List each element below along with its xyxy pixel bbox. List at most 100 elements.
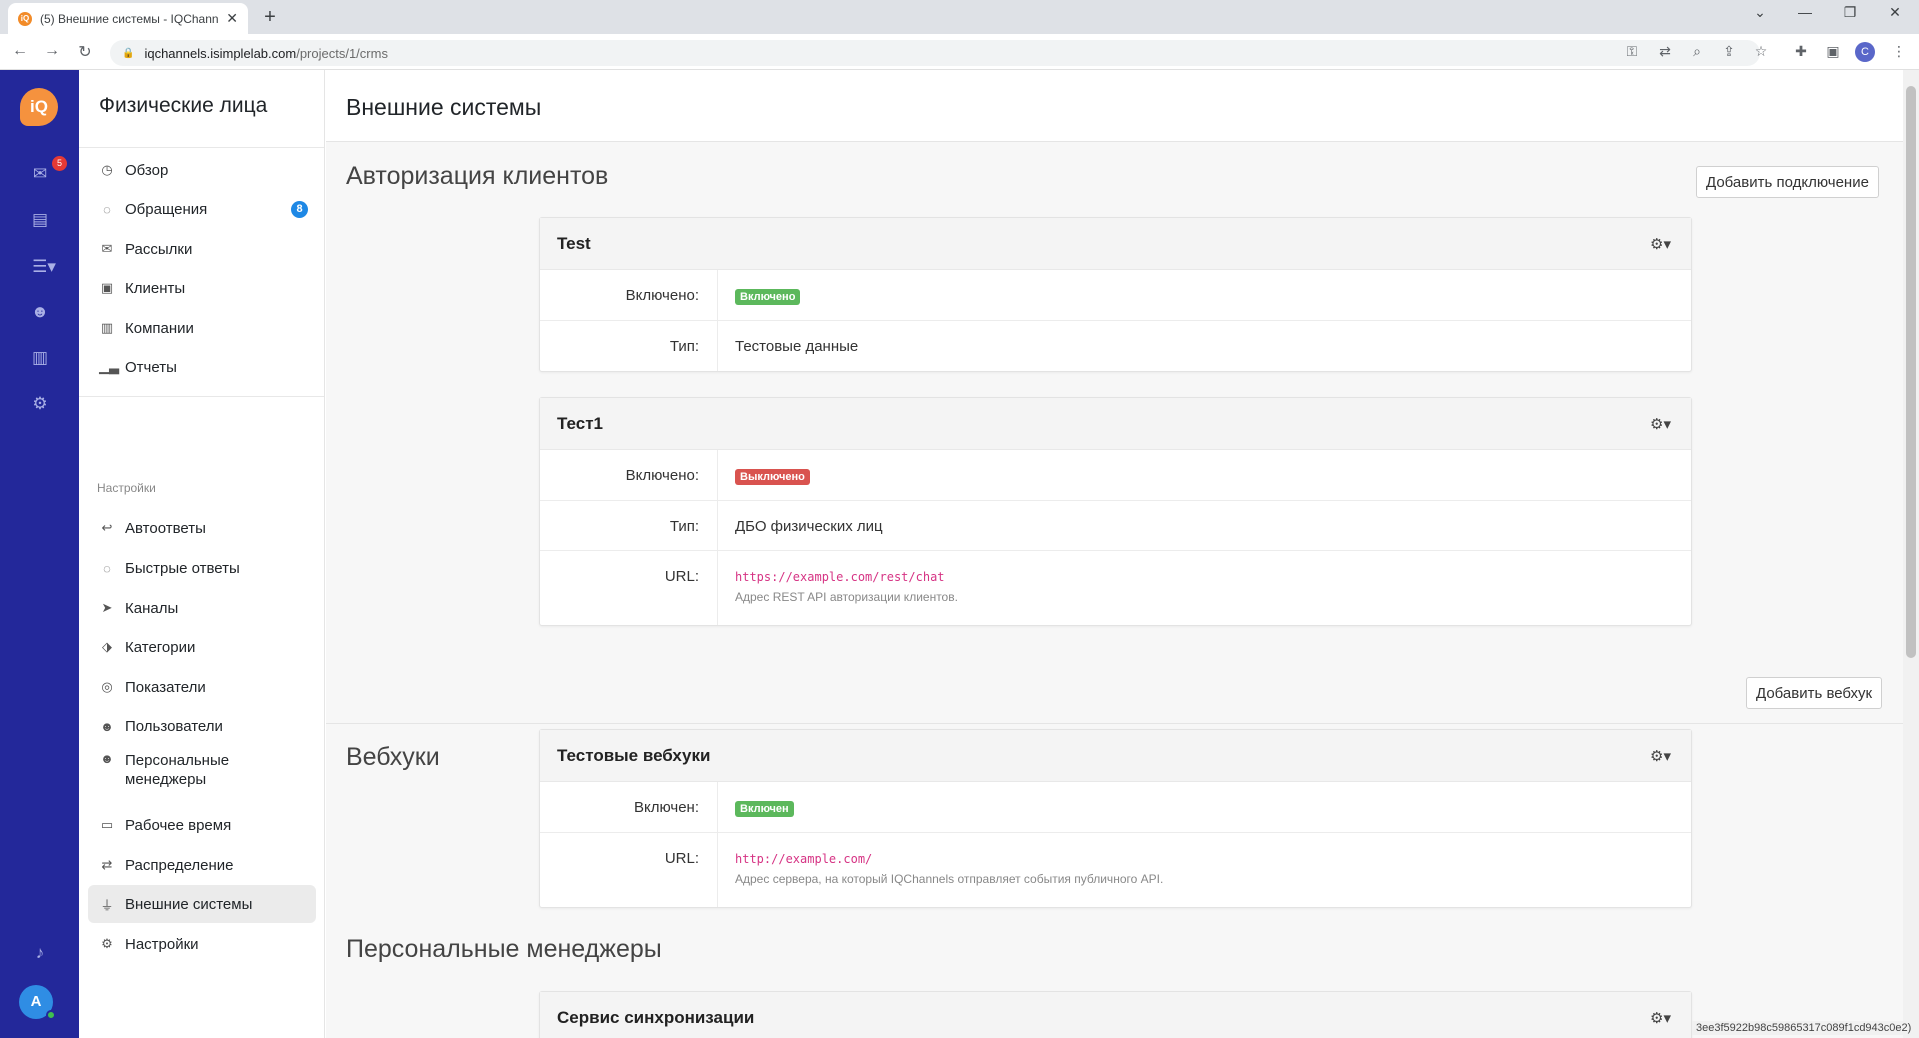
field-value: Тестовые данные — [735, 338, 859, 355]
sidebar-item-label: Компании — [125, 319, 194, 337]
url-help-text: Адрес REST API авторизации клиентов. — [735, 590, 958, 604]
gear-dropdown-icon[interactable]: ⚙▾ — [1650, 415, 1671, 433]
bookmark-star-icon[interactable]: ☆ — [1751, 43, 1771, 60]
restore-icon[interactable]: ❐ — [1835, 4, 1865, 21]
status-bar-url: 3ee3f5922b98c59865317c089f1cd943c0e2) — [1692, 1021, 1916, 1035]
side-panel-icon[interactable]: ▣ — [1823, 43, 1843, 60]
field-label: URL: — [540, 551, 718, 625]
sidebar-item-companies[interactable]: ▥ Компании — [88, 309, 316, 347]
bell-icon[interactable]: ♪ — [27, 943, 53, 965]
extensions-icon[interactable]: ✚ — [1791, 43, 1811, 60]
sidebar-item-channels[interactable]: ➤ Каналы — [88, 589, 316, 627]
managers-card: Сервис синхронизации ⚙▾ — [539, 991, 1692, 1038]
field-label: Тип: — [540, 501, 718, 550]
chart-icon: ▁▃ — [99, 359, 119, 374]
sidebar-item-label: Быстрые ответы — [125, 559, 240, 577]
browser-tabbar: iQ (5) Внешние системы - IQChann ✕ + ⌄ —… — [0, 0, 1919, 34]
profile-avatar[interactable]: C — [1855, 42, 1875, 62]
card-title: Тест1 — [557, 413, 604, 433]
list-icon[interactable]: ☰▾ — [27, 257, 61, 279]
sidebar-item-label: Автоответы — [125, 519, 206, 537]
sidebar-item-users[interactable]: ☻ Пользователи — [88, 707, 316, 745]
card-header: Тестовые вебхуки ⚙▾ — [540, 730, 1691, 782]
calendar-icon: ▭ — [100, 817, 114, 832]
sidebar-item-working-hours[interactable]: ▭ Рабочее время — [88, 806, 316, 844]
zoom-icon[interactable]: ⌕ — [1687, 43, 1707, 60]
field-label: Включено: — [540, 450, 718, 500]
tab-search-icon[interactable]: ⌄ — [1745, 4, 1775, 21]
main-content: Внешние системы Авторизация клиентов Доб… — [326, 70, 1903, 1038]
browser-tab[interactable]: iQ (5) Внешние системы - IQChann ✕ — [8, 3, 248, 34]
users-icon: ☻ — [100, 718, 114, 734]
translate-icon[interactable]: ⇄ — [1655, 43, 1675, 60]
webhook-card: Тестовые вебхуки ⚙▾ Включен: Включен URL… — [539, 729, 1692, 908]
card-row: Тип: Тестовые данные — [540, 321, 1691, 371]
card-title: Test — [557, 233, 591, 253]
gear-icon: ⚙ — [101, 936, 113, 951]
reload-icon[interactable]: ↻ — [75, 42, 95, 62]
chart-icon[interactable]: ▥ — [27, 348, 53, 370]
gear-dropdown-icon[interactable]: ⚙▾ — [1650, 747, 1671, 765]
message-icon: ◌ — [103, 560, 111, 576]
app-logo[interactable]: iQ — [20, 88, 58, 126]
browser-menu-icon[interactable]: ⋮ — [1889, 43, 1909, 60]
card-header: Test ⚙▾ — [540, 218, 1691, 270]
new-tab-icon[interactable]: + — [258, 6, 282, 29]
close-tab-icon[interactable]: ✕ — [226, 10, 238, 27]
users-icon: ☻ — [100, 751, 114, 766]
url-input[interactable]: 🔒 iqchannels.isimplelab.com/projects/1/c… — [110, 40, 1760, 66]
address-bar: ← → ↻ 🔒 iqchannels.isimplelab.com/projec… — [0, 34, 1919, 70]
close-window-icon[interactable]: ✕ — [1880, 4, 1910, 21]
inbox-badge: 5 — [52, 156, 67, 171]
sidebar-item-mailings[interactable]: ✉ Рассылки — [88, 230, 316, 268]
sidebar-item-settings[interactable]: ⚙ Настройки — [88, 925, 316, 963]
field-label: Включен: — [540, 782, 718, 832]
sidebar-item-quick-replies[interactable]: ◌ Быстрые ответы — [88, 549, 316, 587]
sidebar-divider — [79, 396, 324, 397]
card-row: Включен: Включен — [540, 782, 1691, 833]
card-row: Включено: Включено — [540, 270, 1691, 321]
sidebar-item-reports[interactable]: ▁▃ Отчеты — [88, 348, 316, 386]
users-icon[interactable]: ☻ — [27, 302, 53, 324]
sidebar-item-requests[interactable]: ◌ Обращения 8 — [88, 190, 316, 228]
forward-icon[interactable]: → — [42, 42, 62, 60]
sidebar-item-distribution[interactable]: ⇄ Распределение — [88, 846, 316, 884]
sidebar-item-label: Обзор — [125, 161, 169, 179]
sidebar-item-clients[interactable]: ▣ Клиенты — [88, 269, 316, 307]
sidebar-item-label: Рассылки — [125, 240, 193, 258]
lock-icon: 🔒 — [122, 47, 135, 59]
tab-title: (5) Внешние системы - IQChann — [40, 11, 219, 26]
contacts-icon[interactable]: ▤ — [27, 210, 53, 232]
gear-dropdown-icon[interactable]: ⚙▾ — [1650, 1009, 1671, 1027]
scrollbar-thumb[interactable] — [1906, 86, 1916, 658]
dashboard-icon: ◷ — [101, 162, 113, 177]
sidebar-item-overview[interactable]: ◷ Обзор — [88, 151, 316, 189]
sidebar-item-personal-managers[interactable]: ☻ Персональные менеджеры — [88, 747, 316, 793]
key-icon[interactable]: ⚿ — [1622, 43, 1642, 60]
sidebar-item-categories[interactable]: ⬗ Категории — [88, 628, 316, 666]
field-label: Тип: — [540, 321, 718, 371]
contact-icon: ▣ — [100, 280, 114, 295]
status-badge: Выключено — [735, 469, 810, 485]
sidebar-item-label: Настройки — [125, 935, 199, 953]
add-connection-button[interactable]: Добавить подключение — [1696, 166, 1879, 198]
inbox-icon[interactable]: ✉ — [27, 164, 53, 186]
card-row: URL: https://example.com/rest/chat Адрес… — [540, 551, 1691, 625]
url-path: /projects/1/crms — [296, 45, 388, 61]
gear-dropdown-icon[interactable]: ⚙▾ — [1650, 235, 1671, 253]
share-icon[interactable]: ⇪ — [1719, 43, 1739, 60]
card-header: Тест1 ⚙▾ — [540, 398, 1691, 450]
url-value: https://example.com/rest/chat — [735, 570, 945, 584]
auth-card-test1: Тест1 ⚙▾ Включено: Выключено Тип: ДБО фи… — [539, 397, 1692, 626]
sidebar-item-external-systems[interactable]: ⏚ Внешние системы — [88, 885, 316, 923]
back-icon[interactable]: ← — [10, 42, 30, 60]
sidebar-item-label: Внешние системы — [125, 895, 253, 913]
sidebar-item-autoreplies[interactable]: ↩ Автоответы — [88, 509, 316, 547]
card-row: URL: http://example.com/ Адрес сервера, … — [540, 833, 1691, 907]
settings-icon[interactable]: ⚙ — [27, 394, 53, 416]
minimize-icon[interactable]: — — [1790, 4, 1820, 20]
sidebar-item-metrics[interactable]: ◎ Показатели — [88, 668, 316, 706]
add-webhook-button[interactable]: Добавить вебхук — [1746, 677, 1883, 709]
chat-icon: ◌ — [103, 201, 111, 217]
sidebar-item-label: Клиенты — [125, 279, 186, 297]
